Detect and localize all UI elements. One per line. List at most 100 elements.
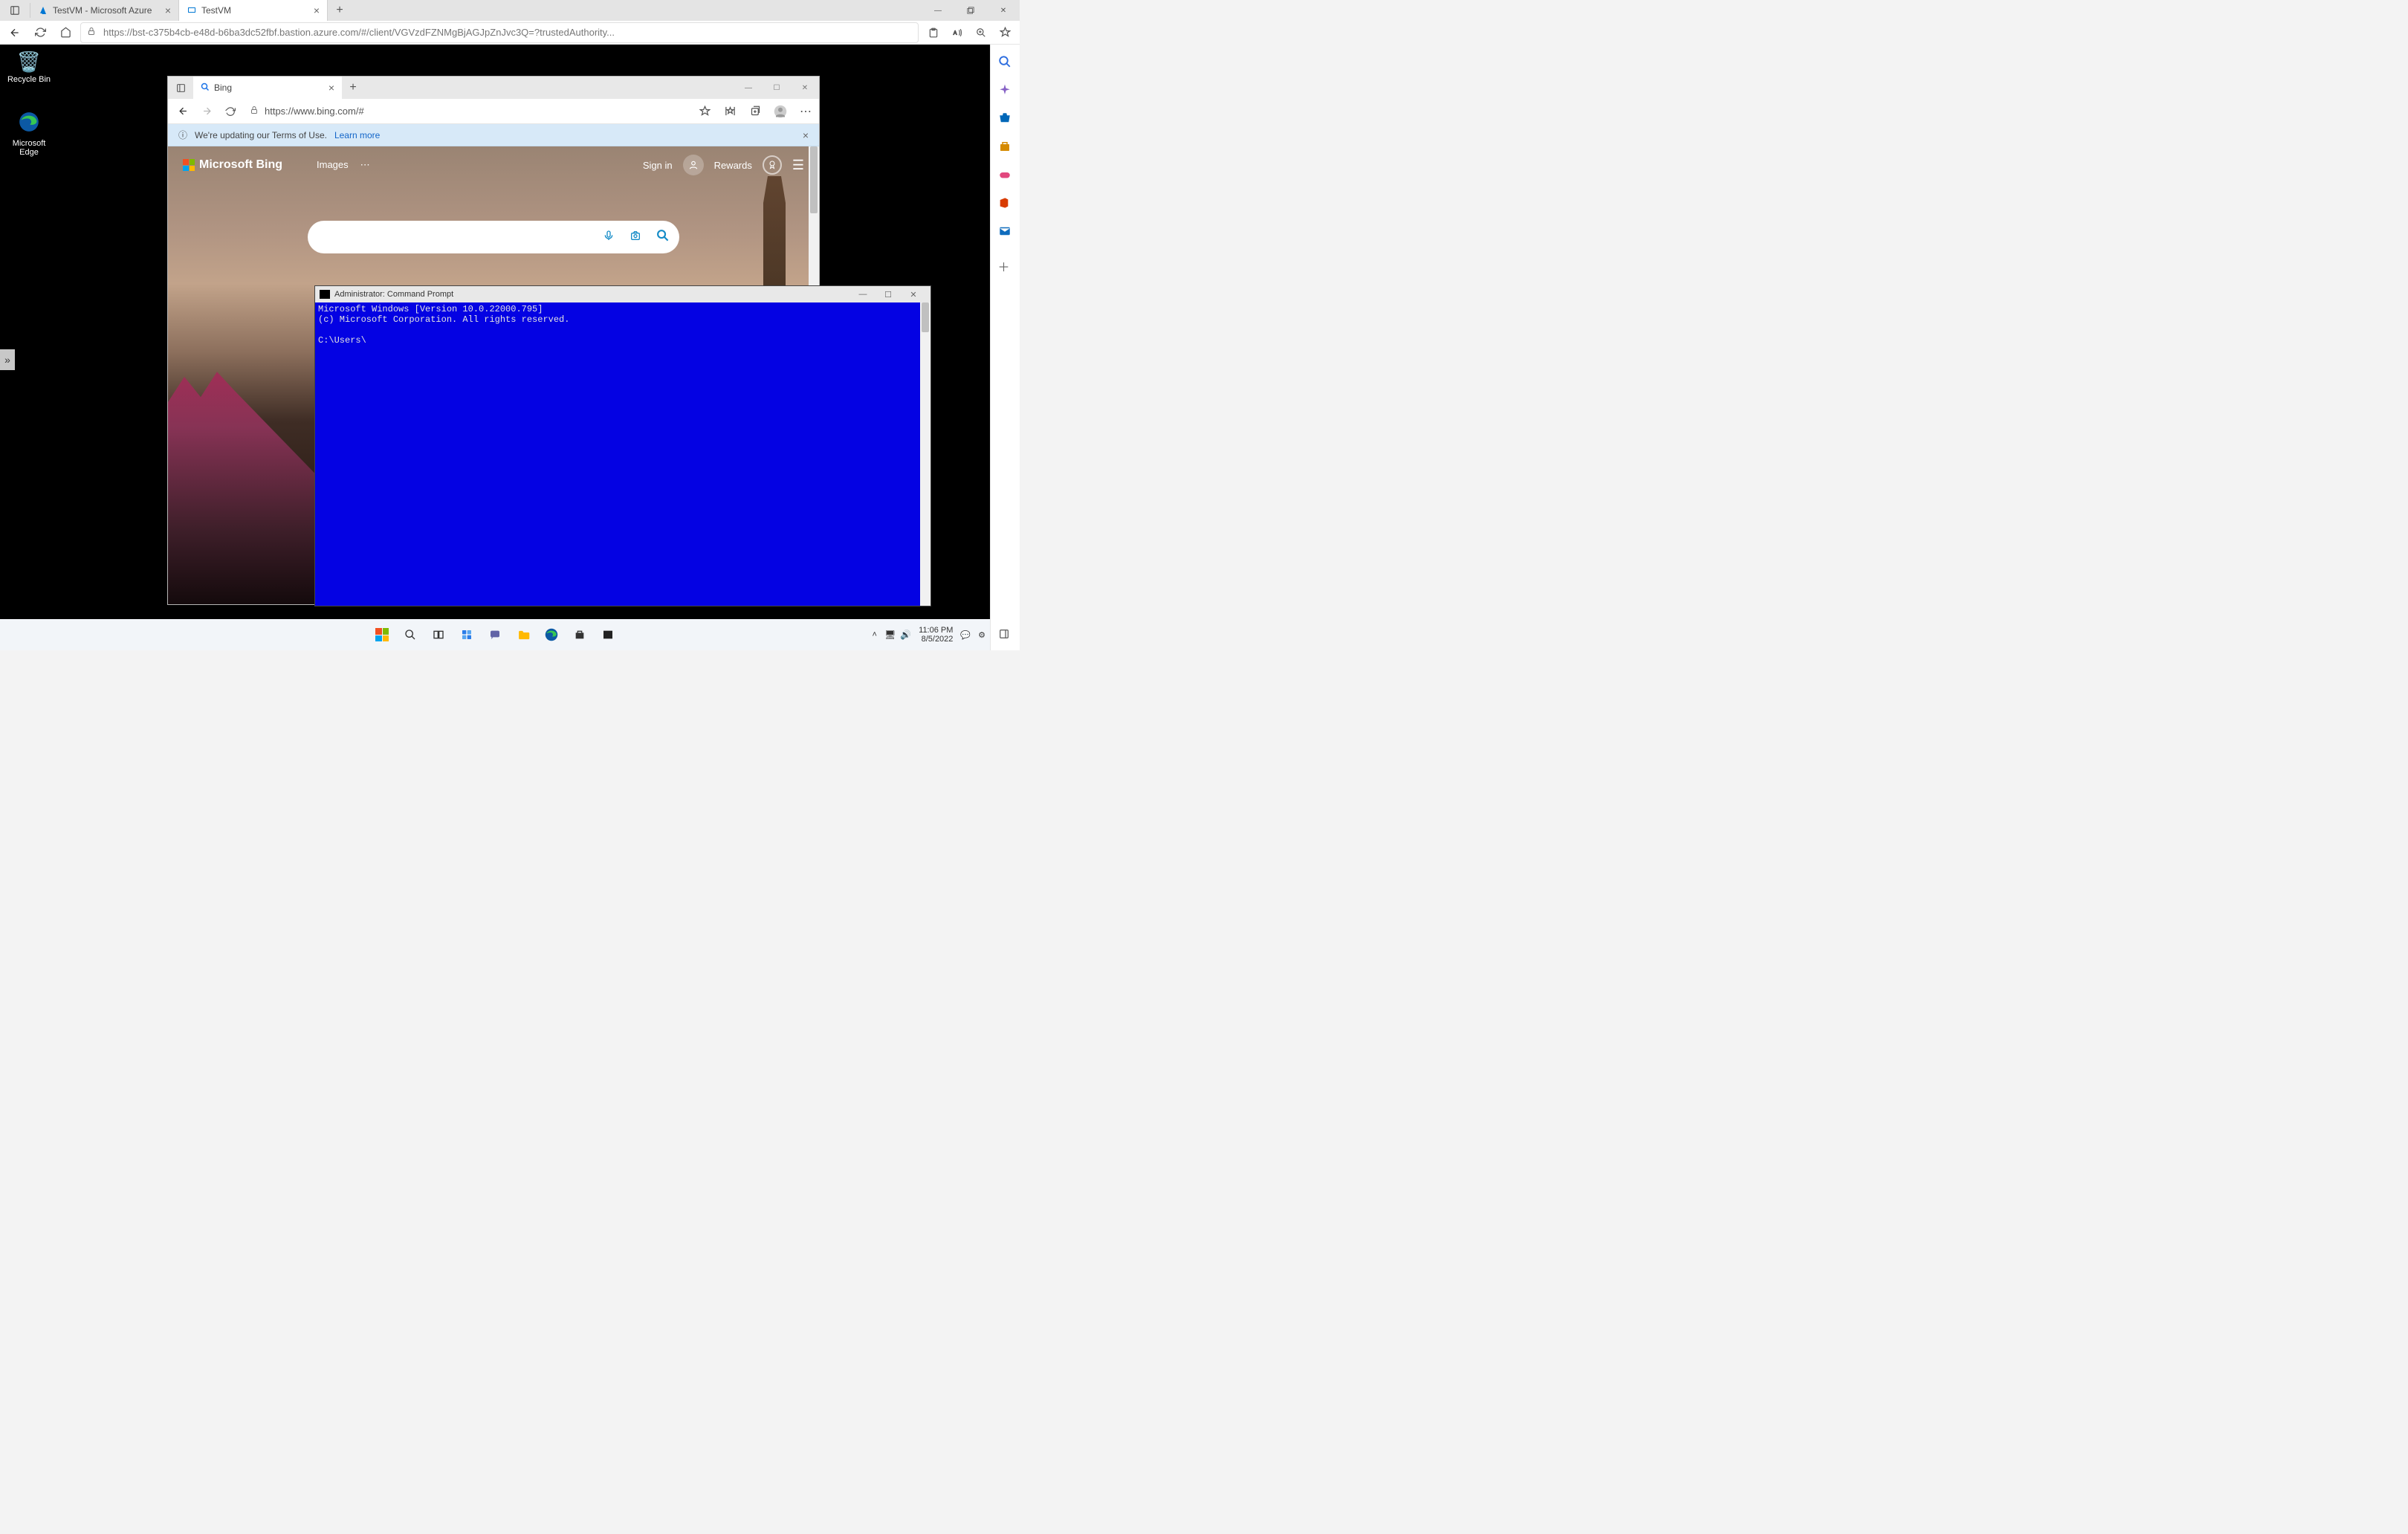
close-icon[interactable]: ×: [165, 4, 171, 16]
store-icon[interactable]: [569, 624, 591, 646]
browser-tab-testvm[interactable]: TestVM ×: [179, 0, 328, 21]
sidebar-add-icon[interactable]: ＋: [998, 257, 1013, 272]
bing-search-input[interactable]: [323, 231, 592, 244]
remote-taskbar: ˄ 🖥 🔊 11:06 PM 8/5/2022 💬 ⚙: [0, 619, 990, 650]
cmd-minimize-button[interactable]: —: [850, 290, 876, 300]
terminal-taskbar-icon[interactable]: [597, 624, 619, 646]
lock-icon: [87, 27, 97, 38]
search-icon: [201, 82, 210, 94]
banner-close-icon[interactable]: ×: [803, 129, 809, 141]
remote-session-viewport[interactable]: 🗑️ Recycle Bin Microsoft Edge » Bing: [0, 45, 990, 650]
inner-browser-tab[interactable]: Bing ×: [193, 77, 342, 99]
inner-refresh-button[interactable]: [220, 101, 241, 122]
sidebar-discover-icon[interactable]: [998, 83, 1013, 98]
info-icon: ⓘ: [178, 129, 187, 141]
address-bar[interactable]: https://bst-c375b4cb-e48d-b6ba3dc52fbf.b…: [80, 22, 919, 43]
inner-address-bar[interactable]: https://www.bing.com/#: [244, 101, 693, 122]
svg-text:A: A: [954, 30, 957, 36]
close-icon[interactable]: ×: [314, 4, 320, 16]
inner-tab-actions-icon[interactable]: [168, 77, 193, 99]
sidebar-search-icon[interactable]: [998, 55, 1013, 70]
inner-menu-icon[interactable]: ⋯: [797, 104, 815, 119]
edge-desktop-icon[interactable]: Microsoft Edge: [3, 111, 55, 157]
cmd-scroll-thumb[interactable]: [922, 302, 929, 332]
back-button[interactable]: [4, 22, 25, 43]
maximize-button[interactable]: [954, 0, 987, 21]
search-submit-icon[interactable]: [653, 229, 672, 245]
inner-minimize-button[interactable]: —: [734, 77, 763, 99]
task-view-icon[interactable]: [427, 624, 450, 646]
command-prompt-window[interactable]: Administrator: Command Prompt — ☐ ✕ Micr…: [314, 285, 931, 606]
chat-icon[interactable]: [484, 624, 506, 646]
sidebar-office-icon[interactable]: [998, 196, 1013, 211]
sound-icon[interactable]: 🔊: [900, 630, 911, 640]
network-icon[interactable]: 🖥: [884, 630, 896, 640]
sidebar-shopping-icon[interactable]: [998, 111, 1013, 126]
cmd-body[interactable]: Microsoft Windows [Version 10.0.22000.79…: [315, 302, 930, 606]
close-icon[interactable]: ×: [328, 82, 334, 94]
minimize-button[interactable]: —: [922, 0, 954, 21]
refresh-button[interactable]: [30, 22, 51, 43]
collections-icon[interactable]: [746, 104, 764, 119]
widgets-icon[interactable]: [456, 624, 478, 646]
desktop-icon-label: Recycle Bin: [7, 75, 51, 84]
image-search-icon[interactable]: [626, 230, 645, 245]
edge-glyph: [3, 111, 55, 137]
home-button[interactable]: [55, 22, 76, 43]
rewards-link[interactable]: Rewards: [714, 160, 752, 171]
notifications-icon[interactable]: 💬: [960, 630, 971, 640]
cmd-close-button[interactable]: ✕: [901, 290, 926, 300]
inner-scroll-thumb[interactable]: [810, 146, 818, 213]
cmd-scrollbar[interactable]: [920, 302, 930, 606]
nav-images-link[interactable]: Images: [317, 159, 349, 171]
voice-search-icon[interactable]: [599, 230, 618, 245]
taskbar-clock[interactable]: 11:06 PM 8/5/2022: [919, 626, 953, 644]
cmd-line-2: (c) Microsoft Corporation. All rights re…: [318, 314, 569, 325]
paste-icon[interactable]: [923, 22, 944, 43]
bing-logo[interactable]: Microsoft Bing: [183, 158, 282, 172]
settings-tray-icon[interactable]: ⚙: [978, 630, 985, 640]
nav-more-icon[interactable]: ⋯: [360, 159, 370, 171]
close-button[interactable]: ✕: [987, 0, 1020, 21]
azure-icon: [38, 5, 48, 16]
edge-sidebar: ＋: [990, 45, 1020, 650]
sidebar-outlook-icon[interactable]: [998, 224, 1013, 239]
taskbar-search-icon[interactable]: [399, 624, 421, 646]
tab-actions-icon[interactable]: [0, 0, 30, 21]
bastion-toolbar-handle[interactable]: »: [0, 349, 15, 370]
favorite-icon[interactable]: [994, 22, 1015, 43]
new-tab-button[interactable]: +: [328, 0, 352, 21]
start-button[interactable]: [371, 624, 393, 646]
tray-chevron-icon[interactable]: ˄: [873, 630, 877, 639]
lock-icon: [250, 106, 259, 117]
profile-icon[interactable]: [771, 104, 789, 119]
zoom-icon[interactable]: [971, 22, 991, 43]
edge-taskbar-icon[interactable]: [540, 624, 563, 646]
signin-link[interactable]: Sign in: [643, 160, 673, 171]
sidebar-games-icon[interactable]: [998, 168, 1013, 183]
desktop-icon-label: Microsoft Edge: [13, 139, 46, 157]
tab-title: TestVM: [201, 5, 231, 16]
inner-new-tab-button[interactable]: +: [342, 77, 364, 99]
bing-search-box[interactable]: [308, 221, 679, 253]
inner-favorite-icon[interactable]: [696, 104, 713, 119]
inner-maximize-button[interactable]: ☐: [763, 77, 791, 99]
recycle-bin-glyph: 🗑️: [3, 51, 55, 74]
file-explorer-icon[interactable]: [512, 624, 534, 646]
recycle-bin-icon[interactable]: 🗑️ Recycle Bin: [3, 51, 55, 84]
rewards-badge-icon[interactable]: [763, 155, 782, 175]
browser-tab-azure[interactable]: TestVM - Microsoft Azure ×: [30, 0, 179, 21]
sidebar-collapse-icon[interactable]: [998, 628, 1013, 643]
inner-close-button[interactable]: ✕: [791, 77, 819, 99]
user-avatar-icon[interactable]: [683, 155, 704, 175]
inner-tab-title: Bing: [214, 82, 232, 93]
banner-link[interactable]: Learn more: [334, 130, 380, 140]
read-aloud-icon[interactable]: A: [947, 22, 968, 43]
inner-back-button[interactable]: [172, 101, 193, 122]
inner-forward-button[interactable]: [196, 101, 217, 122]
hamburger-icon[interactable]: ☰: [792, 158, 804, 173]
sidebar-tools-icon[interactable]: [998, 140, 1013, 155]
tab-title: TestVM - Microsoft Azure: [53, 5, 152, 16]
cmd-maximize-button[interactable]: ☐: [876, 290, 901, 300]
favorites-bar-icon[interactable]: [721, 104, 739, 119]
